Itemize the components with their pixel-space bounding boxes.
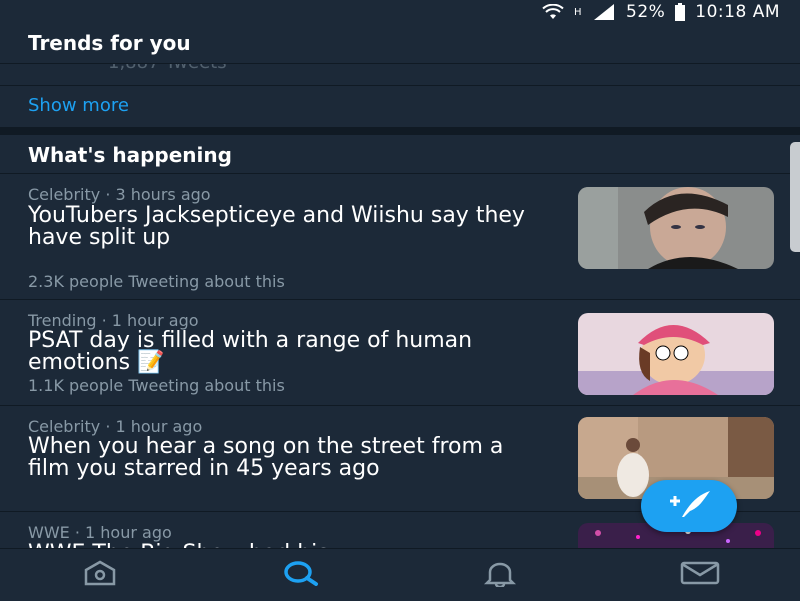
signal-icon: [592, 4, 616, 20]
search-icon: [280, 560, 320, 590]
compose-tweet-button[interactable]: [641, 480, 737, 532]
clock: 10:18 AM: [695, 2, 780, 22]
story-thumbnail[interactable]: [578, 187, 774, 269]
bottom-navigation: [0, 548, 800, 601]
network-type: H: [573, 6, 582, 18]
story-thumbnail[interactable]: [578, 313, 774, 395]
story-headline[interactable]: YouTubers Jacksepticeye and Wiishu say t…: [28, 205, 548, 249]
messages-icon: [680, 561, 720, 589]
nav-home-button[interactable]: [60, 555, 140, 595]
story-headline[interactable]: When you hear a song on the street from …: [28, 436, 548, 480]
status-bar: H 52% 10:18 AM: [0, 0, 800, 24]
story-item[interactable]: Trending · 1 hour ago PSAT day is filled…: [0, 301, 800, 406]
compose-tweet-icon: [664, 487, 714, 525]
trends-header: Trends for you: [0, 30, 800, 64]
battery-percent: 52%: [626, 2, 666, 22]
scrollbar[interactable]: [790, 142, 800, 252]
home-icon: [83, 560, 117, 590]
story-footer: 1.1K people Tweeting about this: [28, 376, 285, 395]
story-meta: WWE · 1 hour ago: [28, 523, 172, 542]
story-footer: 2.3K people Tweeting about this: [28, 272, 285, 291]
nav-messages-button[interactable]: [660, 555, 740, 595]
show-more-link[interactable]: Show more: [0, 85, 800, 127]
section-divider: [0, 127, 800, 135]
whats-happening-header: What's happening: [0, 138, 800, 174]
wifi-icon: [542, 4, 564, 20]
story-item[interactable]: Celebrity · 3 hours ago YouTubers Jackse…: [0, 175, 800, 300]
nav-search-button[interactable]: [260, 555, 340, 595]
battery-icon: [675, 3, 686, 21]
story-meta: Celebrity · 3 hours ago: [28, 185, 211, 204]
notifications-icon: [483, 559, 517, 591]
story-headline[interactable]: PSAT day is filled with a range of human…: [28, 330, 548, 374]
nav-notifications-button[interactable]: [460, 555, 540, 595]
